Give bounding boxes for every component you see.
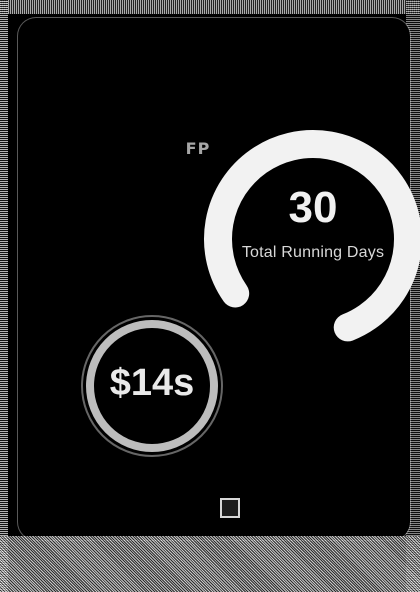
- bottom-edge-noise: [0, 536, 420, 592]
- running-days-value: 30: [288, 183, 338, 232]
- top-edge-noise: [0, 0, 420, 14]
- square-icon[interactable]: [220, 498, 240, 518]
- savings-widget[interactable]: $14s: [72, 306, 232, 466]
- progress-card: FP 30 Total Running Days $14s: [18, 18, 420, 540]
- phone-screen: FP 30 Total Running Days $14s: [0, 0, 420, 592]
- left-edge-noise: [0, 0, 8, 592]
- running-days-label: Total Running Days: [241, 244, 385, 261]
- savings-amount: $14s: [109, 362, 195, 404]
